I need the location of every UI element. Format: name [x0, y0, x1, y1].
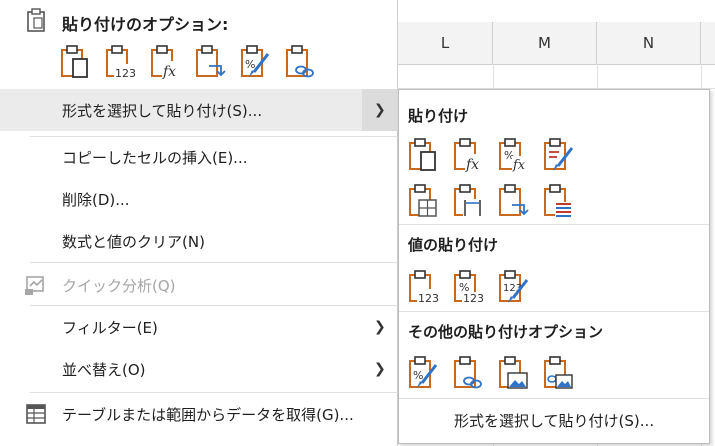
paste-values-icon-row: 123 % 123 123: [408, 269, 529, 305]
column-header-M[interactable]: M: [493, 22, 597, 64]
clipboard-icon: [27, 8, 45, 32]
column-header-N[interactable]: N: [597, 22, 701, 64]
paste-special-submenu: 貼り付け fx % fx 値の貼り付け 123 % 123 123 その他の貼り…: [398, 89, 710, 444]
table-icon: [26, 404, 46, 424]
paste-no-borders-icon[interactable]: [408, 183, 439, 219]
column-header-label: M: [538, 34, 551, 52]
submenu-heading-paste: 貼り付け: [408, 107, 469, 125]
paste-picture-icon[interactable]: [498, 355, 529, 391]
menu-item-label: 数式と値のクリア(N): [62, 232, 205, 251]
submenu-separator: [399, 311, 709, 312]
chevron-right-icon: ❯: [374, 319, 386, 335]
menu-item-insert-copied-cells[interactable]: コピーしたセルの挿入(E)...: [0, 136, 398, 178]
submenu-heading-other: その他の貼り付けオプション: [408, 323, 604, 341]
svg-text:%: %: [413, 369, 423, 382]
quick-analysis-icon: [25, 276, 44, 295]
column-header-L[interactable]: L: [398, 22, 493, 64]
svg-text:fx: fx: [465, 157, 479, 173]
menu-item-label: テーブルまたは範囲からデータを取得(G)...: [62, 405, 354, 424]
paste-keep-source-formatting-icon[interactable]: [543, 137, 574, 173]
paste-options-title: 貼り付けのオプション:: [62, 15, 229, 34]
paste-formatting-icon[interactable]: %: [408, 355, 439, 391]
menu-item-quick-analysis[interactable]: クイック分析(Q): [0, 264, 398, 306]
paste-icon-row-1: fx % fx: [408, 137, 574, 173]
menu-item-label: コピーしたセルの挿入(E)...: [62, 148, 248, 167]
paste-transpose-icon[interactable]: [498, 183, 529, 219]
paste-values-icon[interactable]: 123: [105, 44, 136, 80]
column-header-label: L: [440, 34, 450, 52]
paste-formulas-icon[interactable]: fx: [150, 44, 181, 80]
column-header-label: N: [642, 34, 655, 52]
menu-item-paste-special[interactable]: 形式を選択して貼り付け(S)... ❯: [0, 89, 398, 131]
paste-linked-picture-icon[interactable]: [543, 355, 574, 391]
paste-values-number-format-icon[interactable]: % 123: [453, 269, 484, 305]
paste-icon[interactable]: [60, 44, 91, 80]
svg-text:fx: fx: [512, 158, 526, 173]
paste-values-source-formatting-icon[interactable]: 123: [498, 269, 529, 305]
paste-formulas-number-format-icon[interactable]: % fx: [498, 137, 529, 173]
paste-options-header: 貼り付けのオプション:: [0, 0, 398, 44]
menu-item-label: 並べ替え(O): [62, 360, 146, 379]
paste-transpose-icon[interactable]: [195, 44, 226, 80]
svg-text:123: 123: [418, 292, 439, 305]
submenu-separator: [399, 398, 709, 399]
chevron-right-icon: ❯: [374, 361, 386, 377]
menu-item-label: 形式を選択して貼り付け(S)...: [62, 101, 263, 120]
paste-column-widths-icon[interactable]: [453, 183, 484, 219]
submenu-paste-special-link[interactable]: 形式を選択して貼り付け(S)...: [454, 410, 654, 431]
svg-text:123: 123: [115, 67, 136, 80]
paste-values-icon[interactable]: 123: [408, 269, 439, 305]
paste-icon-row-2: [408, 183, 574, 219]
menu-item-label: 削除(D)...: [62, 190, 130, 209]
paste-link-icon[interactable]: [285, 44, 316, 80]
chevron-right-icon: ❯: [374, 102, 386, 118]
svg-text:fx: fx: [162, 64, 176, 80]
paste-icon[interactable]: [408, 137, 439, 173]
menu-item-get-data-from-table[interactable]: テーブルまたは範囲からデータを取得(G)...: [0, 393, 398, 435]
context-menu: 貼り付けのオプション: 123 fx % 形式を選択して貼り付け(S)... ❯: [0, 0, 398, 446]
svg-text:123: 123: [463, 292, 484, 305]
menu-item-clear-contents[interactable]: 数式と値のクリア(N): [0, 220, 398, 262]
paste-options-icons: 123 fx %: [60, 44, 316, 88]
menu-separator: [30, 262, 398, 263]
submenu-separator: [399, 224, 709, 225]
paste-link-icon[interactable]: [453, 355, 484, 391]
menu-item-sort[interactable]: 並べ替え(O) ❯: [0, 348, 398, 390]
paste-other-icon-row: %: [408, 355, 574, 391]
submenu-heading-values: 値の貼り付け: [408, 236, 499, 254]
paste-formatting-lines-icon[interactable]: [543, 183, 574, 219]
menu-item-delete[interactable]: 削除(D)...: [0, 178, 398, 220]
menu-item-filter[interactable]: フィルター(E) ❯: [0, 306, 398, 348]
svg-text:%: %: [245, 58, 255, 71]
menu-item-label: フィルター(E): [62, 318, 158, 337]
menu-item-label: クイック分析(Q): [62, 276, 176, 295]
paste-formulas-icon[interactable]: fx: [453, 137, 484, 173]
paste-formatting-icon[interactable]: %: [240, 44, 271, 80]
